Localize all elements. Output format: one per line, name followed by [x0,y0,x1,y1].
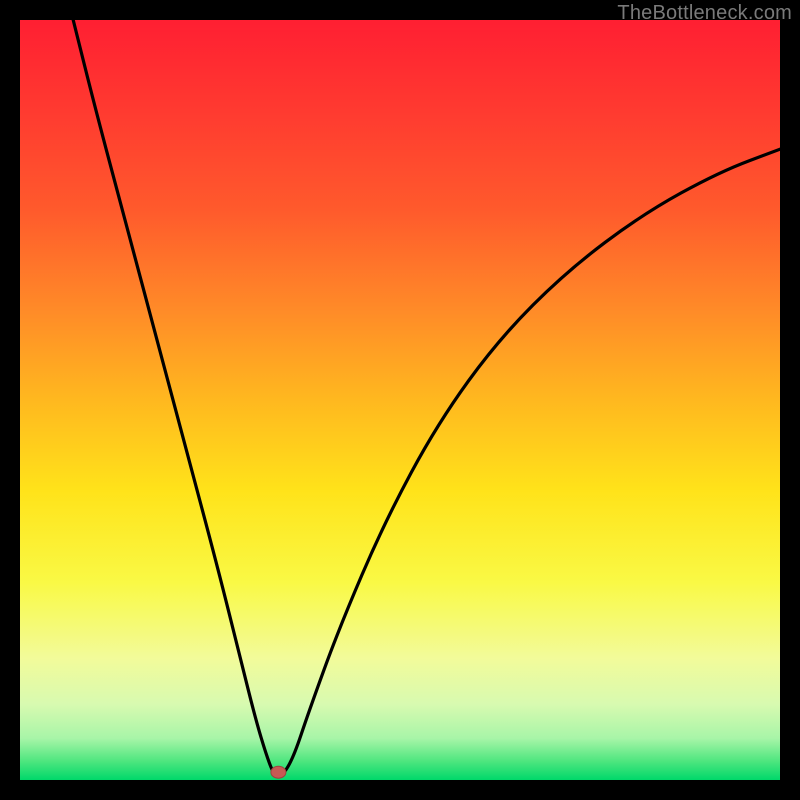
bottleneck-chart [20,20,780,780]
gradient-background [20,20,780,780]
watermark-text: TheBottleneck.com [617,2,792,25]
minimum-marker-dot [271,766,286,778]
chart-frame [20,20,780,780]
